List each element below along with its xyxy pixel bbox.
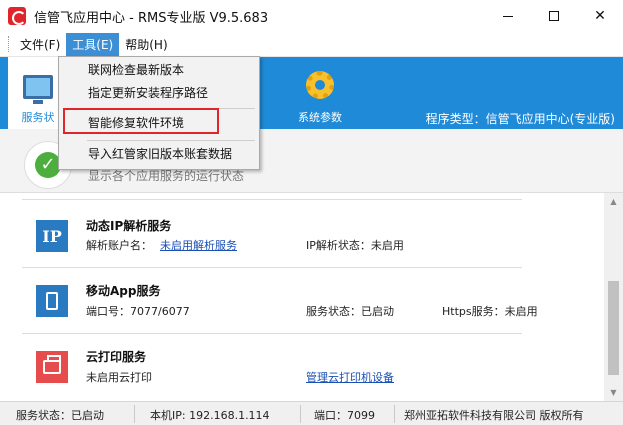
print-status: 未启用云打印 [86,371,152,384]
menubar-grip [8,36,10,52]
monitor-icon [23,75,53,104]
toolbar-params-label: 系统参数 [298,111,342,124]
ip-status: IP解析状态：未启用 [306,239,404,252]
app-logo-icon [8,7,26,25]
status-separator [134,405,135,423]
divider [22,267,522,268]
window-title: 信管飞应用中心 - RMS专业版 V9.5.683 [34,10,269,26]
tools-dropdown-menu: 联网检查最新版本 指定更新安装程序路径 智能修复软件环境 导入红管家旧版本账套数… [58,56,260,170]
app-service-title: 移动App服务 [86,284,161,298]
print-service-icon [36,351,68,383]
status-service: 服务状态：已启动 [16,409,104,422]
highlight-box [63,108,219,134]
title-bar: 信管飞应用中心 - RMS专业版 V9.5.683 ✕ [0,0,623,32]
menu-tools[interactable]: 工具(E) [66,32,120,56]
ip-account-label: 解析账户名： [86,239,152,252]
status-port: 端口：7099 [314,409,375,422]
status-copyright: 郑州亚拓软件科技有限公司 版权所有 [404,409,584,422]
phone-icon [46,292,58,310]
close-button[interactable]: ✕ [577,0,623,32]
menu-check-update[interactable]: 联网检查最新版本 [60,59,258,81]
gear-icon [306,71,334,99]
app-https-status: Https服务：未启用 [442,305,538,318]
divider [22,333,522,334]
maximize-button[interactable] [531,0,577,32]
vertical-scrollbar[interactable]: ▲ ▼ [604,193,623,401]
print-service-title: 云打印服务 [86,350,147,364]
menu-import-legacy-data[interactable]: 导入红管家旧版本账套数据 [60,143,258,165]
menu-bar: 文件(F) 工具(E) 帮助(H) [0,32,623,57]
status-local-ip: 本机IP: 192.168.1.114 [150,409,270,422]
menu-help[interactable]: 帮助(H) [119,33,173,56]
ip-service-title: 动态IP解析服务 [86,219,172,233]
status-separator [300,405,301,423]
printer-icon [43,355,61,374]
status-bar: 服务状态：已启动 本机IP: 192.168.1.114 端口：7099 郑州亚… [0,401,623,425]
minimize-button[interactable] [485,0,531,32]
menu-file[interactable]: 文件(F) [14,33,66,56]
menu-separator [87,140,255,141]
close-icon: ✕ [594,8,606,24]
ip-account-link[interactable]: 未启用解析服务 [160,237,237,253]
status-separator [394,405,395,423]
scroll-down-icon[interactable]: ▼ [604,384,623,401]
divider [22,199,522,200]
print-manage-link[interactable]: 管理云打印机设备 [306,369,394,385]
app-port: 端口号：7077/6077 [86,305,190,318]
menu-set-update-path[interactable]: 指定更新安装程序路径 [60,82,258,104]
toolbar-service-label: 服务状 [21,111,55,124]
app-service-icon [36,285,68,317]
scroll-thumb[interactable] [608,281,619,375]
toolbar-system-params-button[interactable]: 系统参数 [285,57,355,129]
app-status: 服务状态：已启动 [306,305,394,318]
program-type-label: 程序类型：信管飞应用中心(专业版) [425,112,615,126]
scroll-up-icon[interactable]: ▲ [604,193,623,210]
maximize-icon [549,11,559,21]
service-list: IP 动态IP解析服务 解析账户名： 未启用解析服务 IP解析状态：未启用 移动… [0,193,604,401]
ip-service-icon: IP [36,220,68,252]
minimize-icon [503,15,513,17]
